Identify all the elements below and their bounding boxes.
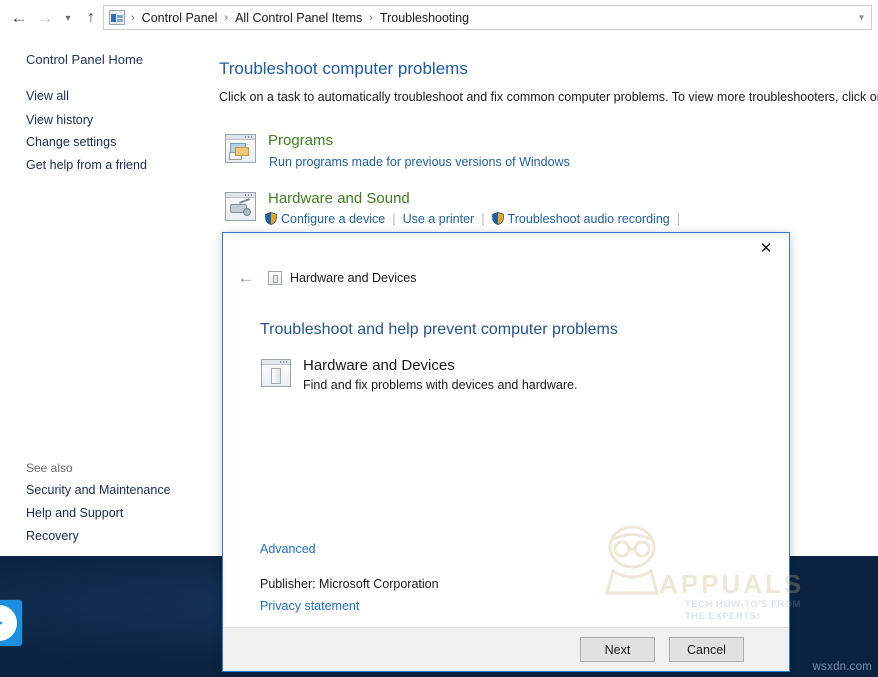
task-separator: | xyxy=(392,211,396,226)
category-task-list: Configure a device | Use a printer | Tro… xyxy=(265,211,687,226)
cancel-button[interactable]: Cancel xyxy=(669,637,744,662)
forward-icon[interactable]: → xyxy=(32,3,58,33)
task-label: Configure a device xyxy=(281,211,386,226)
task-label: Use a printer xyxy=(402,211,475,226)
breadcrumb-separator: › xyxy=(131,11,135,24)
sidebar-item-change-settings[interactable]: Change settings xyxy=(26,135,116,149)
sidebar-item-security-and-maintenance[interactable]: Security and Maintenance xyxy=(26,483,171,497)
site-watermark: wsxdn.com xyxy=(812,661,872,673)
task-use-a-printer[interactable]: Use a printer xyxy=(403,212,475,226)
task-label: Troubleshoot audio recording xyxy=(507,211,670,226)
dialog-nav-title: Hardware and Devices xyxy=(290,271,417,285)
sidebar-item-view-all[interactable]: View all xyxy=(26,89,69,103)
appuals-tagline: TECH HOW-TO'S FROM THE EXPERTS! xyxy=(685,599,801,622)
navigation-buttons: ← → ▾ ↑ xyxy=(0,0,104,36)
explorer-address-bar: ← → ▾ ↑ › Control Panel › All Control Pa… xyxy=(0,0,878,36)
sidebar-item-recovery[interactable]: Recovery xyxy=(26,529,79,543)
page-title: Troubleshoot computer problems xyxy=(219,59,468,78)
publisher-label: Publisher: Microsoft Corporation xyxy=(260,577,439,591)
breadcrumb-item-troubleshooting[interactable]: Troubleshooting xyxy=(379,11,470,25)
breadcrumb-item-all-control-panel-items[interactable]: All Control Panel Items xyxy=(234,11,363,25)
shield-icon xyxy=(265,212,277,225)
troubleshooter-item-subtitle: Find and fix problems with devices and h… xyxy=(303,378,578,392)
troubleshooter-item[interactable]: Hardware and Devices Find and fix proble… xyxy=(261,357,577,392)
sidebar-item-control-panel-home[interactable]: Control Panel Home xyxy=(26,52,143,67)
task-configure-a-device[interactable]: Configure a device xyxy=(265,212,385,226)
hardware-and-sound-icon xyxy=(225,192,256,221)
desktop-shortcut-teamviewer[interactable] xyxy=(0,600,30,648)
task-troubleshoot-audio-recording[interactable]: Troubleshoot audio recording xyxy=(491,211,670,226)
troubleshooter-item-text: Hardware and Devices Find and fix proble… xyxy=(303,357,577,392)
back-icon[interactable]: ← xyxy=(6,3,32,33)
breadcrumb-item-control-panel[interactable]: Control Panel xyxy=(141,11,219,25)
breadcrumb[interactable]: › Control Panel › All Control Panel Item… xyxy=(103,5,872,30)
dialog-heading: Troubleshoot and help prevent computer p… xyxy=(260,321,618,338)
teamviewer-icon xyxy=(0,600,22,646)
sidebar-item-view-history[interactable]: View history xyxy=(26,113,93,127)
appuals-brand-text: APPUALS xyxy=(659,569,805,599)
recent-locations-chevron-down-icon[interactable]: ▾ xyxy=(58,3,78,33)
programs-icon xyxy=(225,134,256,163)
address-chevron-down-icon[interactable]: ▾ xyxy=(859,12,864,23)
category-task-run-programs[interactable]: Run programs made for previous versions … xyxy=(269,155,570,169)
control-panel-icon xyxy=(109,10,125,25)
next-button[interactable]: Next xyxy=(580,637,655,662)
hardware-and-devices-icon xyxy=(261,359,291,387)
breadcrumb-separator: › xyxy=(224,11,229,24)
privacy-statement-link[interactable]: Privacy statement xyxy=(260,599,359,613)
desktop-shortcut-label: iewer xyxy=(0,652,52,665)
page-description: Click on a task to automatically trouble… xyxy=(219,90,878,104)
back-icon[interactable]: ← xyxy=(231,266,261,290)
shield-icon xyxy=(491,212,504,225)
advanced-link[interactable]: Advanced xyxy=(260,542,316,556)
category-title-programs[interactable]: Programs xyxy=(268,132,333,149)
appuals-watermark: APPUALS TECH HOW-TO'S FROM THE EXPERTS! xyxy=(593,521,823,631)
up-icon[interactable]: ↑ xyxy=(78,3,104,33)
category-title-hardware-and-sound[interactable]: Hardware and Sound xyxy=(268,190,410,207)
dialog-navigation: ← Hardware and Devices xyxy=(231,266,417,290)
dialog-footer: Next Cancel xyxy=(223,627,789,671)
sidebar: Control Panel Home View all View history… xyxy=(0,36,216,556)
sidebar-item-get-help-from-a-friend[interactable]: Get help from a friend xyxy=(26,158,147,172)
task-separator: | xyxy=(481,211,485,226)
close-icon[interactable]: ✕ xyxy=(744,234,788,262)
troubleshooter-item-title: Hardware and Devices xyxy=(303,357,455,374)
appuals-mascot-icon xyxy=(593,521,671,607)
task-separator: | xyxy=(676,211,681,226)
troubleshooter-dialog: ✕ ← Hardware and Devices Troubleshoot an… xyxy=(222,232,801,672)
hardware-and-devices-icon xyxy=(268,271,282,285)
breadcrumb-separator: › xyxy=(369,11,373,24)
screen: wsxdn.com iewer ← → ▾ ↑ › Control Panel … xyxy=(0,0,878,677)
see-also-heading: See also xyxy=(26,461,73,475)
sidebar-item-help-and-support[interactable]: Help and Support xyxy=(26,506,123,520)
